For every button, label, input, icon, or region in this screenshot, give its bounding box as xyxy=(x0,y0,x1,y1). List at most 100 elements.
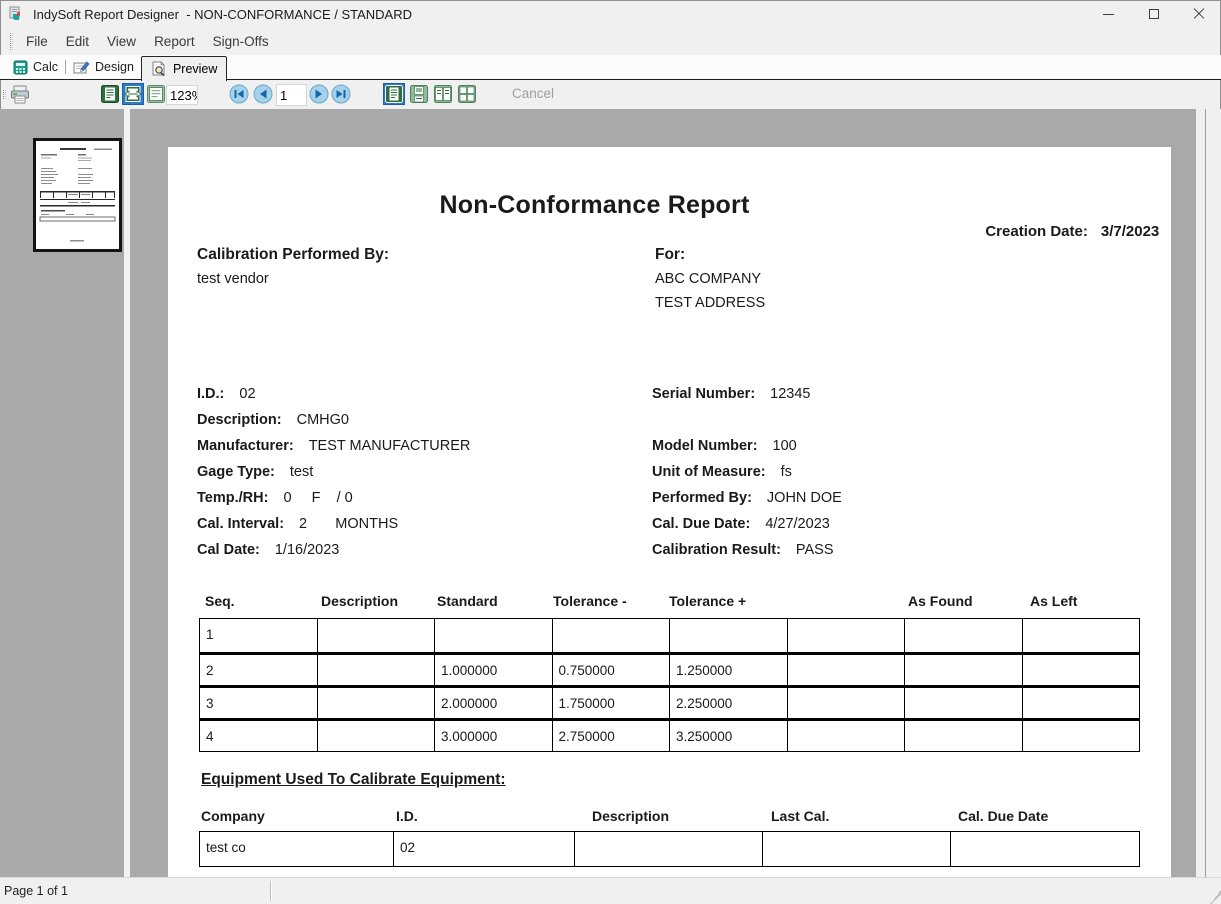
field-row: Model Number:100 xyxy=(652,438,842,464)
field-label: Description: xyxy=(197,412,282,428)
zoom-100-button[interactable] xyxy=(145,83,167,105)
toolbar-grip xyxy=(3,90,6,99)
two-page-view-button[interactable] xyxy=(432,83,454,105)
fit-whole-page-button[interactable] xyxy=(99,83,121,105)
tab-preview[interactable]: Preview xyxy=(141,56,227,81)
maximize-icon xyxy=(1149,9,1159,19)
cell xyxy=(1023,688,1140,718)
field-label: Manufacturer: xyxy=(197,438,294,454)
previous-page-button[interactable] xyxy=(252,83,273,105)
preview-icon xyxy=(151,61,168,77)
column-header xyxy=(779,593,895,609)
field-value: 02 xyxy=(239,386,255,402)
menu-edit[interactable]: Edit xyxy=(57,28,98,55)
field-label: Calibration Result: xyxy=(652,542,781,558)
single-page-view-button[interactable] xyxy=(383,83,405,105)
four-page-view-button[interactable] xyxy=(456,83,478,105)
performed-by-block: Calibration Performed By: test vendor xyxy=(197,246,389,288)
column-header: Last Cal. xyxy=(762,808,950,824)
field-row: Gage Type:test xyxy=(197,464,470,490)
for-line-1: ABC COMPANY xyxy=(655,271,765,288)
creation-date: Creation Date:3/7/2023 xyxy=(952,206,1159,257)
page-thumbnail[interactable] xyxy=(33,138,122,252)
tab-design-label: Design xyxy=(95,60,134,74)
cell: 4 xyxy=(200,721,318,751)
continuous-pages-view-button[interactable] xyxy=(408,83,430,105)
field-value: 2 MONTHS xyxy=(299,516,398,532)
next-page-icon xyxy=(309,84,329,104)
cell xyxy=(905,655,1023,685)
field-label: Model Number: xyxy=(652,438,758,454)
menu-grip xyxy=(10,33,13,50)
menu-sign-offs[interactable]: Sign-Offs xyxy=(204,28,278,55)
menu-report[interactable]: Report xyxy=(145,28,204,55)
single-page-view-icon xyxy=(385,85,403,103)
column-header: Company xyxy=(199,808,393,824)
status-bar: Page 1 of 1 xyxy=(0,877,1221,904)
page-number-input[interactable] xyxy=(276,84,307,106)
two-page-view-icon xyxy=(434,85,452,103)
maximize-button[interactable] xyxy=(1131,0,1176,28)
cell xyxy=(575,832,763,866)
cell xyxy=(788,688,906,718)
menu-file[interactable]: File xyxy=(17,28,57,55)
measurement-table-headers: Seq. Description Standard Tolerance - To… xyxy=(199,593,1140,609)
minimize-button[interactable] xyxy=(1086,0,1131,28)
cancel-button[interactable]: Cancel xyxy=(512,86,554,101)
field-row: Unit of Measure:fs xyxy=(652,464,842,490)
design-icon xyxy=(73,60,90,75)
cell: 0.750000 xyxy=(553,655,671,685)
fit-whole-page-icon xyxy=(101,85,119,103)
field-row: Calibration Result:PASS xyxy=(652,542,842,568)
column-header: As Left xyxy=(1018,593,1140,609)
app-icon xyxy=(8,6,24,22)
fields-right: Serial Number:12345 Model Number:100 Uni… xyxy=(652,386,842,568)
table-row: test co 02 xyxy=(200,832,1139,866)
continuous-pages-view-icon xyxy=(410,85,428,103)
four-page-view-icon xyxy=(458,85,476,103)
close-button[interactable] xyxy=(1176,0,1221,28)
preview-area[interactable]: Non-Conformance Report Creation Date:3/7… xyxy=(130,109,1196,877)
resize-grip[interactable] xyxy=(1205,888,1219,902)
field-value: CMHG0 xyxy=(297,412,349,428)
window-controls xyxy=(1086,0,1221,28)
table-row: 1 xyxy=(200,619,1139,652)
cell xyxy=(1023,619,1140,652)
cell: 3.250000 xyxy=(670,721,788,751)
zoom-input[interactable] xyxy=(166,85,198,105)
close-icon xyxy=(1193,8,1205,20)
cell: test co xyxy=(200,832,394,866)
for-block: For: ABC COMPANY TEST ADDRESS xyxy=(655,246,765,312)
equipment-section-title: Equipment Used To Calibrate Equipment: xyxy=(201,771,506,789)
column-header: Seq. xyxy=(199,593,315,609)
field-value: fs xyxy=(781,464,792,480)
cell: 1 xyxy=(200,619,318,652)
first-page-button[interactable] xyxy=(228,83,249,105)
column-header: Tolerance - xyxy=(547,593,663,609)
last-page-button[interactable] xyxy=(330,83,351,105)
equipment-table-headers: Company I.D. Description Last Cal. Cal. … xyxy=(199,808,1140,824)
field-row: Manufacturer: TEST MANUFACTURER xyxy=(197,438,470,464)
field-row: Temp./RH:0 F / 0 xyxy=(197,490,470,516)
field-label: Cal. Due Date: xyxy=(652,516,750,532)
column-header: Description xyxy=(574,808,762,824)
last-page-icon xyxy=(331,84,351,104)
previous-page-icon xyxy=(253,84,273,104)
field-value: JOHN DOE xyxy=(767,490,842,506)
menu-view[interactable]: View xyxy=(98,28,145,55)
next-page-button[interactable] xyxy=(308,83,329,105)
printer-icon xyxy=(10,85,30,104)
field-value: TEST MANUFACTURER xyxy=(309,438,471,454)
print-button[interactable] xyxy=(9,83,31,105)
tab-design[interactable]: Design xyxy=(66,55,141,79)
preview-right-gutter xyxy=(1196,109,1221,877)
fit-page-width-button[interactable] xyxy=(122,83,144,105)
thumbnail-panel xyxy=(0,109,124,877)
field-value: test xyxy=(290,464,313,480)
field-row: I.D.:02 xyxy=(197,386,470,412)
cell xyxy=(905,688,1023,718)
cell xyxy=(318,721,436,751)
cell: 2.250000 xyxy=(670,688,788,718)
for-line-2: TEST ADDRESS xyxy=(655,295,765,312)
tab-calc[interactable]: Calc xyxy=(6,55,65,79)
